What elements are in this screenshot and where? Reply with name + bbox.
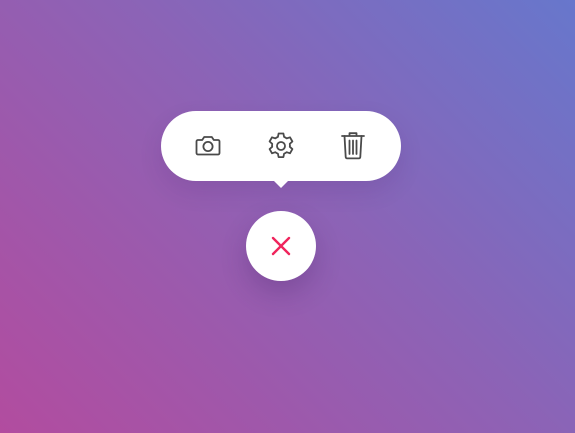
close-menu-button[interactable] [246, 211, 316, 281]
trash-icon [341, 132, 365, 160]
delete-button[interactable] [332, 125, 374, 167]
gear-icon [268, 132, 294, 158]
popover-pointer [273, 180, 289, 188]
settings-button[interactable] [260, 125, 302, 167]
app-background [0, 0, 575, 433]
camera-icon [195, 136, 221, 156]
camera-button[interactable] [187, 125, 229, 167]
close-icon [271, 236, 291, 256]
action-popover-menu [161, 111, 401, 188]
